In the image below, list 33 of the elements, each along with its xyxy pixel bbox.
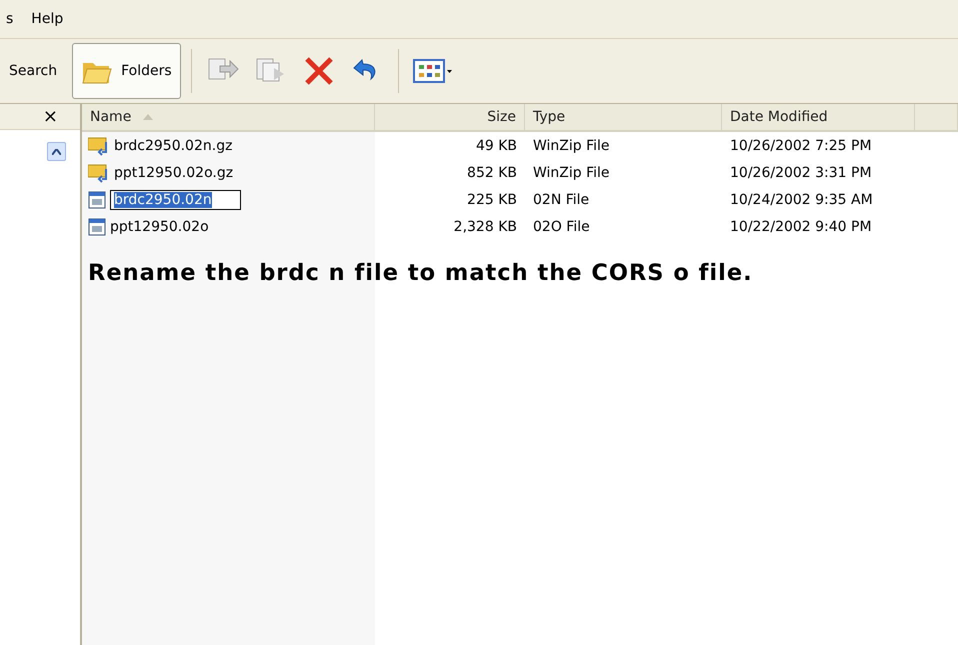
views-icon[interactable] xyxy=(412,57,453,85)
column-header[interactable]: Type xyxy=(525,104,722,130)
file-size: 225 KB xyxy=(466,192,518,208)
file-type: WinZip File xyxy=(532,164,611,180)
archive-icon xyxy=(88,162,110,182)
archive-icon xyxy=(88,136,110,156)
file-icon xyxy=(88,190,106,208)
file-size: 49 KB xyxy=(474,138,518,154)
annotation-text: Rename the brdc n file to match the CORS o file. xyxy=(88,260,753,286)
menu-item[interactable]: s xyxy=(6,11,14,27)
file-name[interactable]: ppt12950.02o.gz xyxy=(114,164,234,180)
scroll-up-button[interactable] xyxy=(47,142,66,161)
date-modified: 10/24/2002 9:35 AM xyxy=(729,192,874,208)
file-type: 02O File xyxy=(532,218,591,234)
file-name[interactable]: ppt12950.02o xyxy=(110,218,209,234)
column-header[interactable]: Size xyxy=(375,104,525,130)
date-modified: 10/22/2002 9:40 PM xyxy=(729,218,873,234)
date-modified: 10/26/2002 7:25 PM xyxy=(729,138,873,154)
column-header[interactable]: Name xyxy=(82,104,375,130)
file-size: 2,328 KB xyxy=(452,218,518,234)
file-icon xyxy=(88,218,106,236)
caret-icon xyxy=(52,148,61,154)
close-button[interactable]: × xyxy=(42,106,58,127)
menu-item[interactable]: Help xyxy=(31,11,64,27)
file-type: 02N File xyxy=(532,192,590,208)
file-size: 852 KB xyxy=(466,164,518,180)
rename-field[interactable]: brdc2950.02n xyxy=(110,190,241,210)
file-type: WinZip File xyxy=(532,138,611,154)
toolbar-button[interactable]: Folders xyxy=(72,43,181,99)
column-header[interactable]: Date Modified xyxy=(722,104,915,130)
date-modified: 10/26/2002 3:31 PM xyxy=(729,164,873,180)
toolbar-button[interactable]: Search xyxy=(0,43,66,99)
file-name[interactable]: brdc2950.02n.gz xyxy=(114,138,232,154)
